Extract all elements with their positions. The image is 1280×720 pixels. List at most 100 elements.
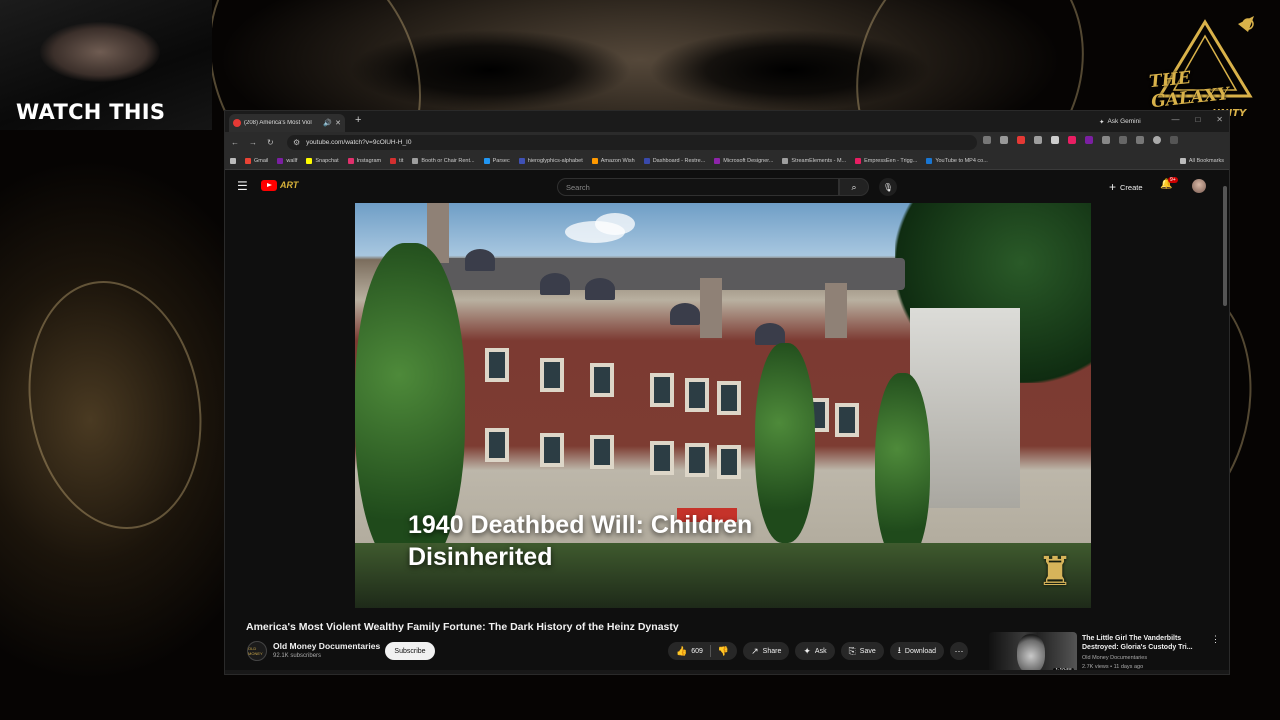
install-app-icon[interactable] — [983, 136, 991, 144]
recommended-video[interactable]: 1:10:55 The Little Girl The Vanderbilts … — [989, 632, 1221, 674]
sidebar-icon[interactable] — [1136, 136, 1144, 144]
thumbs-up-icon[interactable]: 👍 — [676, 646, 687, 657]
bottom-edge — [225, 670, 1229, 674]
sparkle-icon: ✦ — [803, 645, 811, 656]
video-title: America's Most Violent Wealthy Family Fo… — [246, 621, 679, 633]
bookmark-item[interactable]: Parsec — [483, 158, 510, 164]
window-controls: — □ ✕ — [1171, 115, 1223, 124]
like-count: 609 — [691, 647, 703, 655]
search-input[interactable]: Search — [557, 178, 839, 196]
extension-white-icon[interactable] — [1051, 136, 1059, 144]
bookmark-item[interactable]: StreamElements - M... — [782, 158, 846, 164]
ask-gemini-button[interactable]: ✦ Ask Gemini — [1093, 115, 1147, 128]
download-icon: ⭳ — [897, 645, 901, 655]
more-vertical-icon[interactable]: ⋮ — [1211, 634, 1220, 645]
browser-menu-icon[interactable] — [1170, 136, 1178, 144]
close-window-icon[interactable]: ✕ — [1216, 115, 1223, 124]
extension-purple-icon[interactable] — [1085, 136, 1093, 144]
extension-gray-icon[interactable] — [1034, 136, 1042, 144]
bookmark-item[interactable]: Microsoft Designer... — [714, 158, 773, 164]
bookmark-favicon-icon — [714, 158, 721, 164]
crest-icon: ♜ — [1037, 549, 1073, 595]
site-info-icon[interactable]: ⚙ — [293, 138, 300, 147]
ask-button[interactable]: ✦ Ask — [795, 642, 835, 660]
galaxy-logo: THE GALAXY UNITY — [1148, 14, 1270, 124]
bookmark-item[interactable]: hieroglyphics-alphabet — [518, 158, 583, 164]
bookmark-item[interactable]: tit — [390, 158, 403, 164]
youtube-doodle[interactable]: ART — [280, 180, 298, 190]
decorative-strand — [9, 267, 221, 543]
youtube-page: ☰ ART Search ⌕ 🎙 + Create 🔔 9+ 1940 Deat… — [225, 170, 1229, 674]
create-button[interactable]: + Create — [1103, 178, 1149, 196]
window — [540, 433, 564, 467]
save-button[interactable]: ⎘ Save — [840, 642, 884, 660]
ask-gemini-label: Ask Gemini — [1107, 118, 1141, 125]
dormer — [465, 249, 495, 271]
channel-avatar[interactable]: OLD MONEY — [247, 641, 267, 661]
bookmark-item[interactable]: EmpressEen - Trigg... — [855, 158, 917, 164]
forward-icon[interactable]: → — [249, 138, 257, 147]
subscriber-count: 92.1K subscribers — [273, 653, 322, 659]
menu-icon[interactable]: ☰ — [237, 179, 248, 193]
tab-youtube[interactable]: (208) America's Most Viol 🔊 ✕ — [229, 114, 345, 132]
maximize-icon[interactable]: □ — [1195, 115, 1200, 124]
recommended-title[interactable]: The Little Girl The Vanderbilts Destroye… — [1082, 634, 1197, 652]
all-bookmarks-button[interactable]: All Bookmarks — [1179, 158, 1224, 164]
window — [590, 363, 614, 397]
address-bar[interactable]: ⚙ youtube.com/watch?v=9cOlUH-H_I0 — [287, 135, 977, 150]
voice-search-button[interactable]: 🎙 — [879, 178, 897, 196]
extension-red-icon[interactable] — [1017, 136, 1025, 144]
bookmark-item[interactable]: Snapchat — [306, 158, 339, 164]
bookmark-item[interactable]: Amazon Wish — [591, 158, 635, 164]
apps-icon[interactable] — [230, 158, 236, 164]
youtube-logo-icon[interactable] — [261, 180, 277, 191]
search-button[interactable]: ⌕ — [839, 178, 869, 196]
bookmark-item[interactable]: YouTube to MP4 co... — [926, 158, 988, 164]
profile-icon[interactable] — [1153, 136, 1161, 144]
download-button[interactable]: ⭳ Download — [889, 642, 945, 660]
bookmark-favicon-icon — [412, 158, 419, 164]
recommended-thumbnail[interactable]: 1:10:55 — [989, 632, 1077, 674]
thumbnail-face — [1017, 634, 1045, 674]
bookmark-item[interactable]: Dashboard - Restre... — [643, 158, 705, 164]
new-tab-button[interactable]: + — [355, 114, 361, 126]
divider — [709, 645, 711, 657]
bookmark-star-icon[interactable] — [1000, 136, 1008, 144]
bookmark-icon: ⎘ — [848, 645, 856, 656]
extensions-area — [983, 136, 1178, 144]
account-avatar[interactable] — [1192, 179, 1206, 193]
recommended-channel[interactable]: Old Money Documentaries — [1082, 655, 1147, 661]
dormer — [540, 273, 570, 295]
cast-icon[interactable] — [1119, 136, 1127, 144]
subscribe-button[interactable]: Subscribe — [385, 642, 435, 660]
minimize-icon[interactable]: — — [1171, 115, 1179, 124]
video-player[interactable]: 1940 Deathbed Will: Children Disinherite… — [355, 203, 1091, 608]
tab-strip: (208) America's Most Viol 🔊 ✕ + ✦ Ask Ge… — [225, 111, 1229, 132]
reload-icon[interactable]: ↻ — [267, 138, 274, 147]
folder-icon — [1179, 158, 1186, 164]
bookmark-item[interactable]: wallf — [277, 158, 297, 164]
thumbs-down-icon[interactable]: 👎 — [718, 646, 729, 657]
more-actions-button[interactable]: ⋯ — [950, 642, 969, 660]
bookmark-item[interactable]: Gmail — [245, 158, 268, 164]
page-scrollbar[interactable] — [1223, 186, 1227, 306]
bookmark-favicon-icon — [782, 158, 789, 164]
channel-name[interactable]: Old Money Documentaries — [273, 641, 380, 651]
bookmark-item[interactable]: Instagram — [347, 158, 381, 164]
bookmark-favicon-icon — [518, 158, 525, 164]
window — [835, 403, 859, 437]
share-button[interactable]: ↗ Share — [743, 642, 790, 660]
bookmark-favicon-icon — [245, 158, 251, 164]
bookmark-favicon-icon — [855, 158, 862, 164]
bookmark-item[interactable]: Booth or Chair Rent... — [412, 158, 475, 164]
like-dislike-group: 👍 609 👎 — [668, 642, 738, 660]
notification-badge: 9+ — [1168, 177, 1178, 183]
extension-puzzle-icon[interactable] — [1102, 136, 1110, 144]
bookmark-favicon-icon — [926, 158, 933, 164]
close-tab-icon[interactable]: ✕ — [335, 119, 341, 127]
back-icon[interactable]: ← — [231, 138, 239, 147]
window — [650, 441, 674, 475]
speaker-icon[interactable]: 🔊 — [323, 119, 332, 127]
window — [590, 435, 614, 469]
extension-pink-icon[interactable] — [1068, 136, 1076, 144]
